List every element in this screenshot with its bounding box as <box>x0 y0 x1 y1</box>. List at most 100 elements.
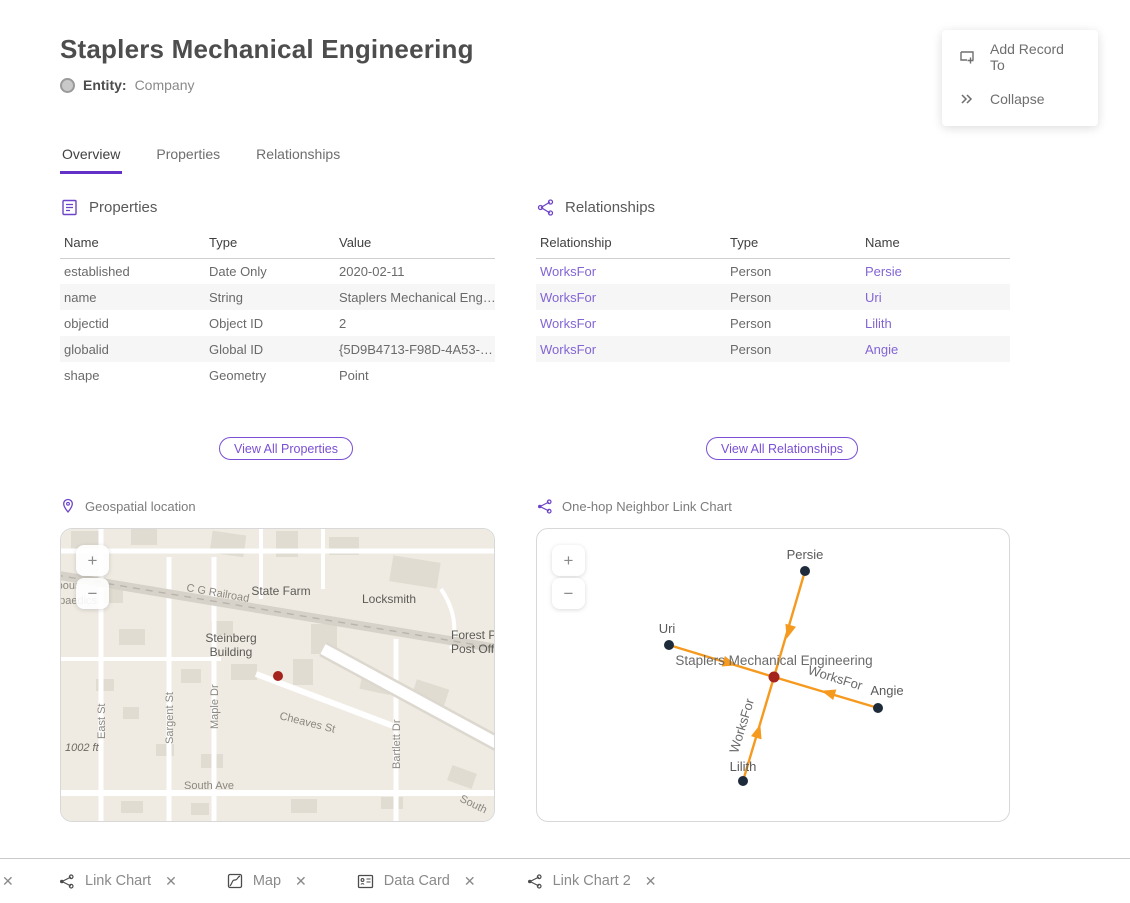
properties-table: Name Type Value established Date Only 20… <box>60 228 495 388</box>
bottom-tab-link-chart[interactable]: Link Chart ✕ <box>40 859 195 903</box>
entity-link[interactable]: Uri <box>865 290 882 305</box>
node-label-center: Staplers Mechanical Engineering <box>675 653 872 668</box>
map-canvas[interactable]: C G Railroad State Farm Locksmith Forest… <box>61 529 495 822</box>
relationships-icon <box>536 198 555 217</box>
bottom-tab-link-chart-2[interactable]: Link Chart 2 ✕ <box>508 859 675 903</box>
map-scale-text: 1002 ft <box>65 742 100 754</box>
menu-item-collapse[interactable]: Collapse <box>942 78 1098 120</box>
entity-link[interactable]: Angie <box>865 342 898 357</box>
view-all-relationships-button[interactable]: View All Relationships <box>706 437 858 460</box>
section-title: Geospatial location <box>85 499 196 514</box>
link-chart-section-header: One-hop Neighbor Link Chart <box>536 498 732 515</box>
entity-legend-dot <box>60 78 75 93</box>
cell-value: Point <box>335 362 495 388</box>
view-all-properties-button[interactable]: View All Properties <box>219 437 353 460</box>
cell-type: Object ID <box>205 310 335 336</box>
tab-properties[interactable]: Properties <box>154 142 222 174</box>
section-title: Properties <box>89 199 157 216</box>
relationship-link[interactable]: WorksFor <box>540 264 596 279</box>
node-angie[interactable] <box>873 703 883 713</box>
collapse-icon <box>958 90 976 108</box>
bottom-tab-label: Data Card <box>384 873 450 889</box>
cell-name: name <box>60 284 205 310</box>
link-chart-zoom-in-button[interactable]: + <box>552 545 585 576</box>
col-header-value: Value <box>335 228 495 258</box>
relationship-link[interactable]: WorksFor <box>540 316 596 331</box>
map-label-bartlett-dr: Bartlett Dr <box>391 719 403 769</box>
node-label-angie: Angie <box>870 683 903 698</box>
link-chart-zoom-control: + − <box>552 545 585 609</box>
properties-section-header: Properties <box>60 198 157 217</box>
tab-overview[interactable]: Overview <box>60 142 122 174</box>
map-label-steinberg-2: Building <box>210 645 253 659</box>
cell-type: Person <box>726 258 861 284</box>
cell-value: {5D9B4713-F98D-4A53-… <box>335 336 495 362</box>
map-zoom-in-button[interactable]: + <box>76 545 109 576</box>
entity-link[interactable]: Lilith <box>865 316 892 331</box>
col-header-type: Type <box>726 228 861 258</box>
bottom-tab-map[interactable]: Map ✕ <box>209 859 325 903</box>
table-row: objectid Object ID 2 <box>60 310 495 336</box>
table-row: WorksFor Person Uri <box>536 284 1010 310</box>
node-persie[interactable] <box>800 566 810 576</box>
cell-name: objectid <box>60 310 205 336</box>
node-label-lilith: Lilith <box>730 759 757 774</box>
table-row: name String Staplers Mechanical Eng… <box>60 284 495 310</box>
map-label-steinberg-1: Steinberg <box>205 631 256 645</box>
node-center[interactable] <box>769 672 780 683</box>
relationship-link[interactable]: WorksFor <box>540 290 596 305</box>
add-record-icon <box>958 48 976 66</box>
data-card-page: Staplers Mechanical Engineering Entity: … <box>0 0 1130 903</box>
bottom-tab-label: Link Chart <box>85 873 151 889</box>
entity-link[interactable]: Persie <box>865 264 902 279</box>
col-header-type: Type <box>205 228 335 258</box>
link-chart-canvas[interactable]: WorksFor WorksFor Persie Uri Angie Lilit… <box>537 529 1010 822</box>
page-title: Staplers Mechanical Engineering <box>60 34 474 65</box>
bottom-tab-bar: ✕ Link Chart ✕ Map ✕ Data Card ✕ <box>0 858 1130 903</box>
map-label-south-ave: South Ave <box>184 780 234 792</box>
edge-arrow <box>820 685 837 700</box>
map-label-maple-dr: Maple Dr <box>209 684 221 729</box>
cell-value: 2020-02-11 <box>335 258 495 284</box>
bottom-tab-data-card[interactable]: Data Card ✕ <box>339 859 494 903</box>
cell-value: Staplers Mechanical Eng… <box>335 284 495 310</box>
map-zoom-control: + − <box>76 545 109 609</box>
close-tab-icon[interactable]: ✕ <box>464 873 476 890</box>
close-tab-icon[interactable]: ✕ <box>295 873 307 890</box>
tab-relationships[interactable]: Relationships <box>254 142 342 174</box>
section-title: One-hop Neighbor Link Chart <box>562 499 732 514</box>
partial-tab-close-icon[interactable]: ✕ <box>2 873 16 890</box>
link-chart-zoom-out-button[interactable]: − <box>552 578 585 609</box>
cell-value: 2 <box>335 310 495 336</box>
edge-arrow <box>781 624 795 641</box>
cell-type: Global ID <box>205 336 335 362</box>
close-tab-icon[interactable]: ✕ <box>645 873 657 890</box>
node-uri[interactable] <box>664 640 674 650</box>
table-row: WorksFor Person Lilith <box>536 310 1010 336</box>
cell-name: globalid <box>60 336 205 362</box>
table-row: WorksFor Person Persie <box>536 258 1010 284</box>
col-header-relationship: Relationship <box>536 228 726 258</box>
menu-item-label: Collapse <box>990 91 1044 107</box>
map-zoom-out-button[interactable]: − <box>76 578 109 609</box>
bottom-tab-label: Link Chart 2 <box>553 873 631 889</box>
bottom-tab-label: Map <box>253 873 281 889</box>
relationships-section-header: Relationships <box>536 198 655 217</box>
edge-arrow <box>751 723 766 740</box>
map-label-forest-park-1: Forest Par <box>451 628 495 642</box>
link-chart-panel[interactable]: WorksFor WorksFor Persie Uri Angie Lilit… <box>536 528 1010 822</box>
map-panel[interactable]: C G Railroad State Farm Locksmith Forest… <box>60 528 495 822</box>
map-label-state-farm: State Farm <box>251 584 310 598</box>
close-tab-icon[interactable]: ✕ <box>165 873 177 890</box>
table-row: shape Geometry Point <box>60 362 495 388</box>
cell-type: Date Only <box>205 258 335 284</box>
node-lilith[interactable] <box>738 776 748 786</box>
node-label-persie: Persie <box>787 547 824 562</box>
menu-item-add-record-to[interactable]: Add Record To <box>942 36 1098 78</box>
relationship-link[interactable]: WorksFor <box>540 342 596 357</box>
link-chart-tab-icon <box>58 873 75 890</box>
cell-type: Person <box>726 284 861 310</box>
table-row: WorksFor Person Angie <box>536 336 1010 362</box>
table-row: globalid Global ID {5D9B4713-F98D-4A53-… <box>60 336 495 362</box>
section-title: Relationships <box>565 199 655 216</box>
